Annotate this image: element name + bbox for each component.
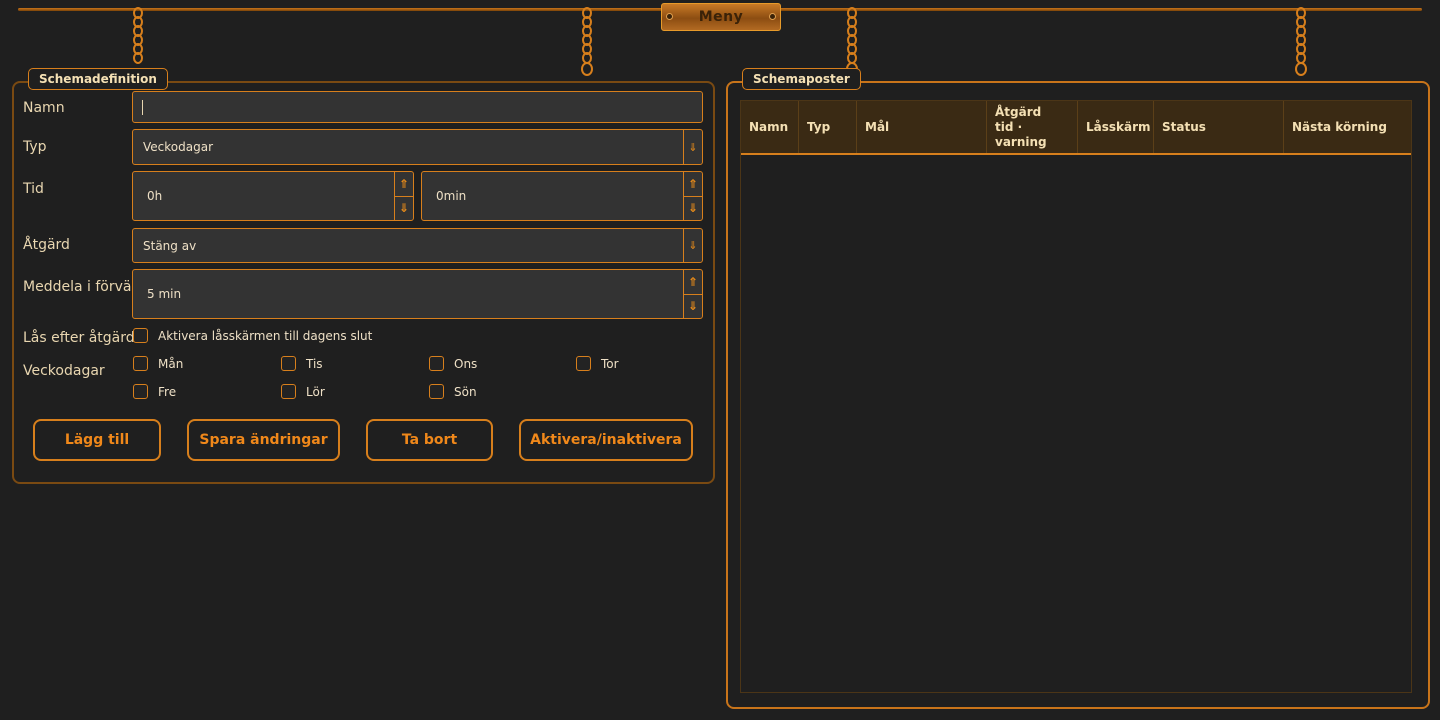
column-header-lockscreen[interactable]: Låsskärm [1078, 101, 1154, 153]
weekday-checkbox-thu[interactable] [576, 356, 591, 371]
weekday-label: Sön [454, 385, 477, 399]
weekday-label: Fre [158, 385, 177, 399]
notify-stepper[interactable]: 5 min ⇑ ⇓ [132, 269, 703, 319]
menu-button[interactable]: Meny [661, 3, 781, 31]
type-value: Veckodagar [143, 140, 213, 154]
save-changes-button[interactable]: Spara ändringar [187, 419, 340, 461]
lock-checkbox[interactable] [133, 328, 148, 343]
arrow-up-icon[interactable]: ⇑ [684, 270, 702, 295]
name-input[interactable] [132, 91, 703, 123]
column-header-name[interactable]: Namn [741, 101, 799, 153]
weekday-label: Tor [601, 357, 619, 371]
weekdays-label: Veckodagar [23, 363, 105, 379]
action-label: Åtgärd [23, 237, 70, 253]
arrow-down-icon[interactable]: ⇓ [683, 130, 702, 164]
chain-icon [580, 7, 594, 79]
minutes-value: 0min [436, 189, 467, 203]
weekday-checkbox-sat[interactable] [281, 384, 296, 399]
lock-checkbox-label: Aktivera låsskärmen till dagens slut [158, 329, 373, 343]
table-header: Namn Typ Mål Åtgärd tid · varning Låsskär… [741, 101, 1411, 155]
weekday-checkbox-mon[interactable] [133, 356, 148, 371]
arrow-down-icon[interactable]: ⇓ [395, 197, 413, 221]
panel-title-entries: Schemaposter [742, 68, 861, 90]
column-header-target[interactable]: Mål [857, 101, 987, 153]
column-header-status[interactable]: Status [1154, 101, 1284, 153]
minutes-stepper[interactable]: 0min ⇑ ⇓ [421, 171, 703, 221]
arrow-down-icon[interactable]: ⇓ [683, 229, 702, 262]
hours-stepper[interactable]: 0h ⇑ ⇓ [132, 171, 414, 221]
schedule-entries-table[interactable]: Namn Typ Mål Åtgärd tid · varning Låsskär… [740, 100, 1412, 693]
lock-label: Lås efter åtgärd [23, 330, 135, 346]
time-label: Tid [23, 181, 44, 197]
action-combobox[interactable]: Stäng av ⇓ [132, 228, 703, 263]
weekday-checkbox-fri[interactable] [133, 384, 148, 399]
add-button[interactable]: Lägg till [33, 419, 161, 461]
text-caret [142, 99, 143, 115]
column-header-action[interactable]: Åtgärd tid · varning [987, 101, 1078, 153]
notify-label: Meddela i förväg [23, 279, 141, 295]
notify-value: 5 min [147, 287, 182, 301]
arrow-down-icon[interactable]: ⇓ [684, 295, 702, 319]
type-label: Typ [23, 139, 47, 155]
weekday-checkbox-tue[interactable] [281, 356, 296, 371]
weekday-checkbox-sun[interactable] [429, 384, 444, 399]
weekday-checkbox-wed[interactable] [429, 356, 444, 371]
weekday-label: Lör [306, 385, 325, 399]
toggle-active-button[interactable]: Aktivera/inaktivera [519, 419, 693, 461]
action-value: Stäng av [143, 238, 197, 253]
hours-value: 0h [147, 189, 163, 203]
nail-icon [667, 14, 672, 19]
weekday-label: Ons [454, 357, 478, 371]
column-header-type[interactable]: Typ [799, 101, 857, 153]
panel-title-definition: Schemadefinition [28, 68, 168, 90]
delete-button[interactable]: Ta bort [366, 419, 493, 461]
nail-icon [770, 14, 775, 19]
menu-label: Meny [698, 9, 744, 25]
chain-icon [1294, 7, 1308, 79]
arrow-up-icon[interactable]: ⇑ [395, 172, 413, 197]
arrow-down-icon[interactable]: ⇓ [684, 197, 702, 221]
arrow-up-icon[interactable]: ⇑ [684, 172, 702, 197]
type-combobox[interactable]: Veckodagar ⇓ [132, 129, 703, 165]
column-header-next-run[interactable]: Nästa körning [1284, 101, 1411, 153]
name-label: Namn [23, 100, 65, 116]
weekday-label: Mån [158, 357, 184, 371]
weekday-label: Tis [306, 357, 323, 371]
